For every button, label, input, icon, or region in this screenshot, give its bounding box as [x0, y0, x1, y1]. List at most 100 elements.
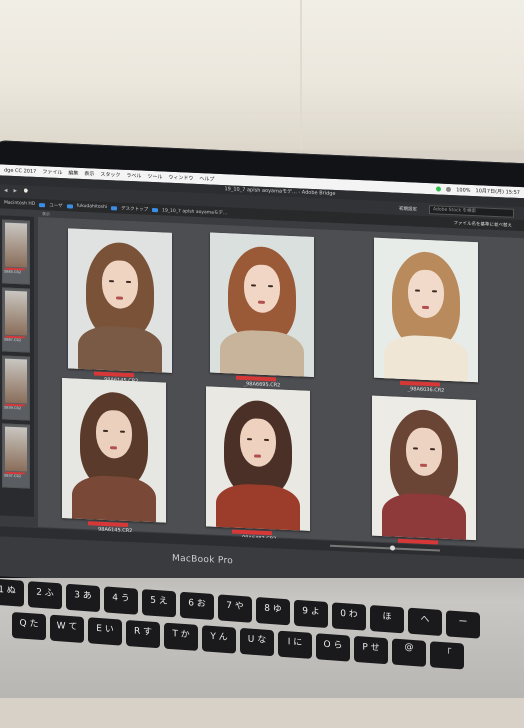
menu-window[interactable]: ウィンドウ: [168, 174, 193, 182]
lips-shape: [422, 305, 429, 310]
keyboard-key[interactable]: W て: [50, 614, 84, 643]
eye-shape: [120, 430, 125, 433]
keyboard-key[interactable]: E い: [88, 617, 122, 646]
keyboard-key[interactable]: T か: [164, 622, 198, 651]
filmstrip-filename: 5837.CR2: [4, 473, 22, 479]
keyboard-key[interactable]: ほ: [370, 604, 404, 634]
menu-edit[interactable]: 編集: [68, 169, 78, 176]
lips-shape: [420, 463, 427, 467]
filmstrip-item[interactable]: 5887.CR2: [2, 287, 30, 353]
menu-file[interactable]: ファイル: [42, 168, 62, 176]
lips-shape: [254, 454, 261, 458]
photo-cell[interactable]: _98A6145.CR2: [68, 228, 172, 389]
keyboard-key[interactable]: 0 わ: [332, 602, 366, 631]
wall-tile-line: [300, 0, 302, 150]
keyboard-key[interactable]: O ら: [316, 633, 350, 662]
keyboard-key[interactable]: 3 あ: [66, 583, 100, 613]
sort-dropdown[interactable]: ファイル名を基準に並べ替え: [454, 220, 513, 229]
breadcrumb-folder[interactable]: 19_10_7 aplsh aoyamaモデ...: [162, 207, 227, 216]
keyboard-key[interactable]: 1 ぬ: [0, 578, 24, 607]
menu-label[interactable]: ラベル: [126, 172, 141, 180]
recent-icon[interactable]: ⌚: [23, 189, 29, 194]
filmstrip-item[interactable]: 5837.CR2: [2, 423, 30, 489]
menu-help[interactable]: ヘルプ: [199, 175, 214, 183]
folder-icon: [111, 205, 118, 210]
thumbnail-image: [5, 358, 27, 404]
keyboard-key[interactable]: 4 う: [104, 586, 138, 615]
clothing-shape: [216, 482, 300, 531]
keyboard-key[interactable]: 8 ゆ: [256, 597, 290, 626]
clothing-shape: [220, 328, 304, 378]
photo-thumbnail: [372, 395, 476, 541]
menubar-app-name[interactable]: dge CC 2017: [4, 167, 36, 174]
forward-icon[interactable]: ▶: [13, 189, 16, 194]
battery-percent[interactable]: 100%: [456, 187, 470, 194]
keyboard-key[interactable]: I に: [278, 630, 312, 659]
menu-tools[interactable]: ツール: [147, 173, 162, 181]
filmstrip-filename: 5885.CR2: [4, 269, 22, 275]
line-icon[interactable]: [436, 186, 442, 192]
clothing-shape: [72, 474, 156, 523]
eye-shape: [415, 289, 420, 292]
keyboard-key[interactable]: Q た: [12, 611, 46, 641]
photo-thumbnail: [374, 237, 478, 383]
eye-shape: [413, 447, 418, 450]
thumbnail-image: [5, 290, 27, 336]
photo-thumbnail: [206, 386, 310, 531]
keyboard-key[interactable]: 7 や: [218, 594, 252, 623]
lips-shape: [110, 446, 117, 450]
slider-knob[interactable]: [390, 545, 395, 551]
lips-shape: [116, 296, 123, 300]
laptop-lid: dge CC 2017 ファイル 編集 表示 スタック ラベル ツール ウィンド…: [0, 140, 524, 635]
keyboard-key[interactable]: 6 お: [180, 591, 214, 621]
photo-thumbnail: [62, 378, 166, 523]
breadcrumb-users[interactable]: ユーザ: [49, 202, 62, 209]
keyboard-key[interactable]: へ: [408, 607, 442, 637]
keyboard-key[interactable]: P せ: [354, 635, 388, 665]
breadcrumb-user[interactable]: fukudahitoshi: [77, 204, 107, 210]
photo-filename: _98A6036.CR2: [407, 386, 445, 394]
face-shape: [408, 269, 444, 319]
breadcrumb-volume[interactable]: Macintosh HD: [4, 201, 35, 207]
lips-shape: [258, 300, 265, 304]
filmstrip-item[interactable]: 5885.CR2: [2, 219, 30, 285]
photo-cell[interactable]: _98A6568.CR2: [372, 395, 476, 557]
eye-shape: [126, 280, 131, 284]
wifi-icon[interactable]: [446, 186, 452, 193]
keyboard-key[interactable]: 9 よ: [294, 599, 328, 629]
laptop-screen: dge CC 2017 ファイル 編集 表示 スタック ラベル ツール ウィンド…: [0, 164, 524, 601]
photo-cell[interactable]: _98A6695.CR2: [210, 232, 314, 394]
keyboard-key[interactable]: 「: [430, 641, 464, 670]
back-icon[interactable]: ◀: [4, 189, 7, 194]
keyboard-key[interactable]: 5 え: [142, 589, 176, 618]
photo-cell[interactable]: _98A6036.CR2: [374, 237, 478, 399]
filmstrip-item[interactable]: 5839.CR2: [2, 355, 30, 421]
keyboard-key[interactable]: U な: [240, 627, 274, 657]
face-shape: [102, 259, 138, 310]
keyboard-key[interactable]: R す: [126, 619, 160, 649]
keyboard-key[interactable]: ー: [446, 610, 480, 639]
content-grid: _98A6145.CR2 _98A6695.CR2 _98A6036.CR2 _…: [38, 217, 524, 552]
menu-view[interactable]: 表示: [84, 170, 94, 177]
wall-tile-line: [0, 112, 524, 114]
face-shape: [240, 417, 276, 468]
clock[interactable]: 10月7日(月) 15:57: [476, 187, 520, 196]
eye-shape: [109, 280, 114, 283]
face-shape: [244, 264, 280, 314]
eye-shape: [268, 285, 273, 288]
photo-thumbnail: [210, 232, 314, 378]
keyboard-key[interactable]: @: [392, 638, 426, 667]
breadcrumb-desktop[interactable]: デスクトップ: [121, 205, 148, 212]
content-tab[interactable]: 表示: [42, 211, 50, 216]
face-shape: [96, 409, 132, 460]
photo-cell[interactable]: _98A6482.CR2: [206, 386, 310, 547]
keyboard-key[interactable]: Y ん: [202, 625, 236, 654]
eye-shape: [251, 284, 256, 287]
menu-stack[interactable]: スタック: [100, 171, 120, 179]
keyboard-key[interactable]: 2 ふ: [28, 581, 62, 610]
workspace-mode[interactable]: 初期設定: [399, 205, 417, 212]
eye-shape: [430, 448, 435, 451]
folder-icon: [39, 202, 46, 207]
photo-cell[interactable]: _98A6145.CR2: [62, 378, 166, 539]
eye-shape: [264, 438, 269, 442]
